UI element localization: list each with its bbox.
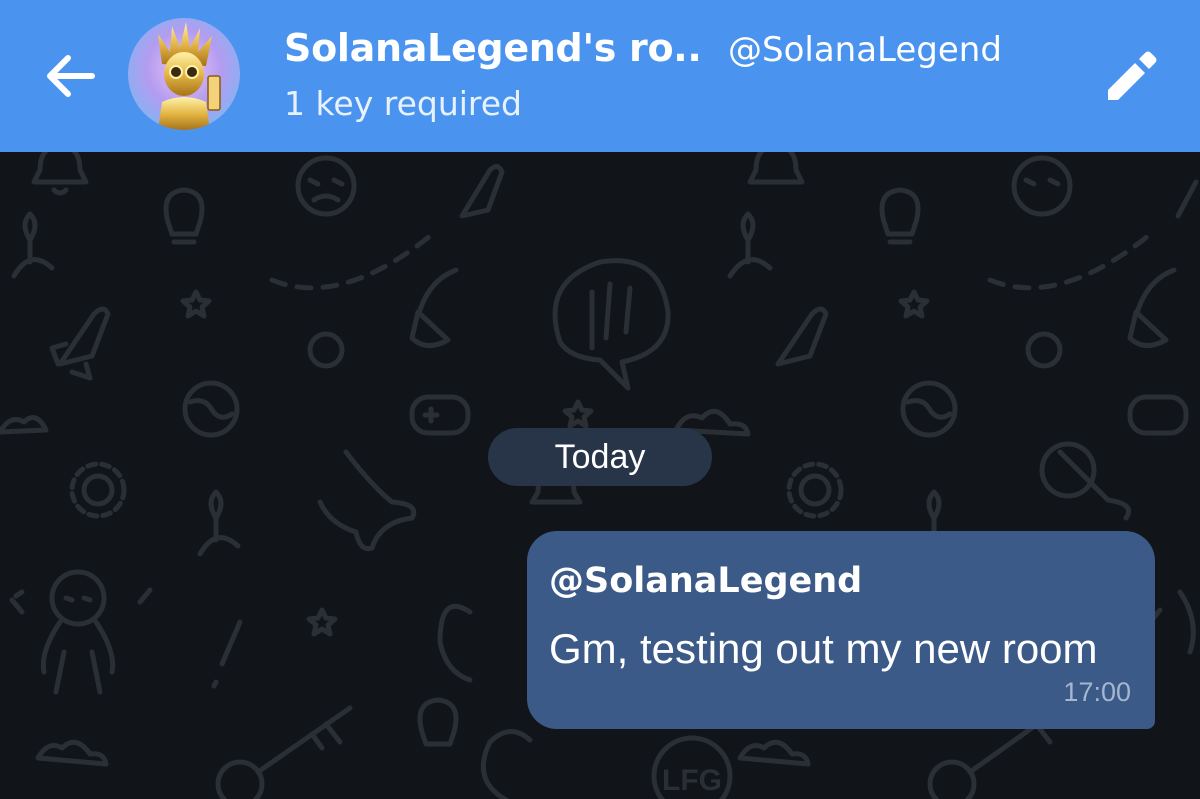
room-title[interactable]: SolanaLegend's ro... [284,26,704,70]
message-author[interactable]: @SolanaLegend [549,561,862,601]
back-button[interactable] [30,40,110,112]
room-handle: @SolanaLegend [728,30,1002,70]
pencil-icon [1108,51,1157,100]
room-avatar[interactable] [128,18,240,130]
message-bubble[interactable]: @SolanaLegend Gm, testing out my new roo… [527,531,1155,729]
svg-text:LFG: LFG [662,764,722,797]
edit-button[interactable] [1092,40,1164,112]
message-time: 17:00 [1063,677,1131,707]
room-subtitle: 1 key required [284,84,523,123]
date-separator: Today [488,428,712,486]
message-text: Gm, testing out my new room [549,625,1098,672]
chat-header: SolanaLegend's ro... @SolanaLegend 1 key… [0,0,1200,152]
arrow-left-icon [47,55,95,97]
